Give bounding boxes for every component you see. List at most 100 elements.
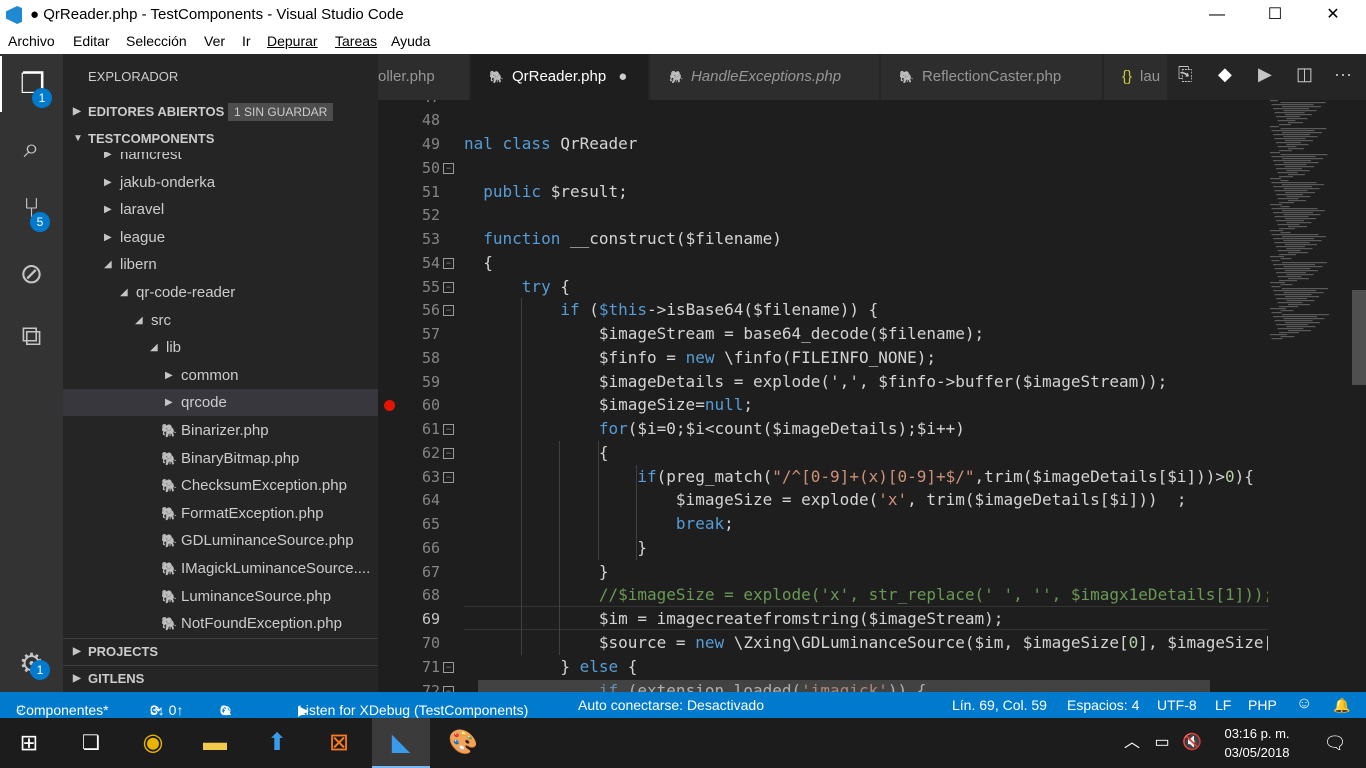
run-icon[interactable]: ▶ <box>1258 64 1272 85</box>
code-line[interactable]: } <box>464 560 609 584</box>
tab-qrreader[interactable]: 🐘 QrReader.php ● <box>471 54 649 100</box>
tree-file[interactable]: 🐘 IMagickLuminanceSource.... <box>63 555 378 582</box>
extensions-icon[interactable]: ⧉ <box>0 308 63 364</box>
unsaved-dot-icon[interactable]: ● <box>618 68 627 85</box>
tree-file[interactable]: 🐘 BinaryBitmap.php <box>63 445 378 472</box>
code-line[interactable]: $imageDetails = explode(',', $finfo->buf… <box>464 370 1167 394</box>
tree-file[interactable]: 🐘 GDLuminanceSource.php <box>63 527 378 554</box>
code-line[interactable]: public $result; <box>464 180 628 204</box>
start-windows-icon[interactable]: ⊞ <box>0 718 58 768</box>
code-area[interactable]: 474849nal class QrReader50−51 public $re… <box>378 100 1268 692</box>
menu-ver[interactable]: Ver <box>204 33 225 49</box>
tree-file[interactable]: 🐘 FormatException.php <box>63 500 378 527</box>
tray-chevron-icon[interactable]: ︿ <box>1118 718 1146 768</box>
tree-folder[interactable]: ▶ laravel <box>63 196 378 223</box>
code-line[interactable]: try { <box>464 275 570 299</box>
xampp-icon[interactable]: ⊠ <box>310 718 368 768</box>
chrome-icon[interactable]: ◉ <box>124 718 182 768</box>
fold-collapse-icon[interactable]: − <box>443 471 454 483</box>
code-line[interactable]: $im = imagecreatefromstring($imageStream… <box>464 607 1004 631</box>
fold-collapse-icon[interactable]: − <box>443 162 454 174</box>
horizontal-scrollbar[interactable] <box>478 680 1210 692</box>
minimap[interactable] <box>1268 100 1350 692</box>
task-view-icon[interactable]: ❏ <box>62 718 120 768</box>
code-line[interactable]: $source = new \Zxing\GDLuminanceSource($… <box>464 631 1268 655</box>
code-line[interactable]: for($i=0;$i<count($imageDetails);$i++) <box>464 417 965 441</box>
code-line[interactable]: $imageSize=null; <box>464 393 753 417</box>
code-line[interactable]: { <box>464 251 493 275</box>
menu-seleccion[interactable]: Selección <box>126 33 187 49</box>
fold-collapse-icon[interactable]: − <box>443 281 454 293</box>
tree-folder[interactable]: ▶ common <box>63 362 378 389</box>
tree-folder[interactable]: ▶ league <box>63 224 378 251</box>
battery-icon[interactable]: ▭ <box>1148 718 1176 768</box>
code-editor[interactable]: 474849nal class QrReader50−51 public $re… <box>378 100 1268 692</box>
menu-ayuda[interactable]: Ayuda <box>391 33 430 49</box>
source-control-icon[interactable]: ⑂ 5 <box>0 180 63 236</box>
cursor-position[interactable]: Lín. 69, Col. 59 <box>952 697 1047 713</box>
download-app-icon[interactable]: ⬆ <box>248 718 306 768</box>
code-line[interactable]: //$imageSize = explode('x', str_replace(… <box>464 583 1268 607</box>
fold-collapse-icon[interactable]: − <box>443 447 454 459</box>
code-line[interactable]: $imageSize = explode('x', trim($imageDet… <box>464 488 1187 512</box>
menu-tareas[interactable]: Tareas <box>335 33 377 49</box>
paint-icon[interactable]: 🎨 <box>434 718 492 768</box>
code-line[interactable]: nal class QrReader <box>464 132 637 156</box>
project-header[interactable]: ▼ TESTCOMPONENTS <box>63 126 378 152</box>
tab-controller[interactable]: oller.php <box>378 54 470 100</box>
vscode-taskbar-icon[interactable]: ◣ <box>372 718 430 768</box>
tree-folder[interactable]: ◢ libern <box>63 251 378 278</box>
fold-collapse-icon[interactable]: − <box>443 305 454 317</box>
action-center-icon[interactable]: 🗨 <box>1306 718 1364 768</box>
auto-connect-status[interactable]: Auto conectarse: Desactivado <box>578 697 764 713</box>
minimize-button[interactable]: — <box>1194 0 1240 30</box>
tree-folder[interactable]: ◢ src <box>63 307 378 334</box>
tree-file[interactable]: 🐘 ChecksumException.php <box>63 472 378 499</box>
tab-launch[interactable]: {} lau <box>1104 54 1168 100</box>
tree-folder[interactable]: ▶ jakub-onderka <box>63 169 378 196</box>
fold-collapse-icon[interactable]: − <box>443 661 454 673</box>
volume-muted-icon[interactable]: 🔇 <box>1178 718 1206 768</box>
fold-collapse-icon[interactable]: − <box>443 257 454 269</box>
language-mode[interactable]: PHP <box>1248 697 1277 713</box>
tree-file[interactable]: 🐘 NotFoundException.php <box>63 610 378 634</box>
indentation[interactable]: Espacios: 4 <box>1067 697 1139 713</box>
tree-file[interactable]: 🐘 Binarizer.php <box>63 417 378 444</box>
maximize-button[interactable]: ☐ <box>1252 0 1298 30</box>
tree-file[interactable]: 🐘 LuminanceSource.php <box>63 583 378 610</box>
code-line[interactable]: { <box>464 441 609 465</box>
fold-collapse-icon[interactable]: − <box>443 424 454 436</box>
projects-header[interactable]: ▶ PROJECTS <box>63 638 378 664</box>
vertical-scrollbar[interactable] <box>1350 100 1366 692</box>
encoding[interactable]: UTF-8 <box>1157 697 1197 713</box>
debug-icon[interactable]: ⊘ <box>0 246 63 302</box>
tree-folder[interactable]: ◢ qr-code-reader <box>63 279 378 306</box>
tab-handleexceptions[interactable]: 🐘 HandleExceptions.php <box>650 54 880 100</box>
menu-depurar[interactable]: Depurar <box>267 33 318 49</box>
explorer-icon[interactable]: ❐ 1 <box>0 56 63 112</box>
menu-editar[interactable]: Editar <box>73 33 110 49</box>
close-button[interactable]: ✕ <box>1310 0 1356 30</box>
settings-gear-icon[interactable]: ⚙1 <box>0 636 63 692</box>
git-icon[interactable]: ◆ <box>1218 64 1232 85</box>
code-line[interactable]: function __construct($filename) <box>464 227 782 251</box>
file-explorer-icon[interactable]: ▬ <box>186 718 244 768</box>
menu-archivo[interactable]: Archivo <box>8 33 55 49</box>
code-line[interactable]: } <box>464 536 647 560</box>
search-icon[interactable]: ⌕ <box>0 120 63 176</box>
code-line[interactable]: if(preg_match("/^[0-9]+(x)[0-9]+$/",trim… <box>464 465 1254 489</box>
tab-reflectioncaster[interactable]: 🐘 ReflectionCaster.php <box>881 54 1103 100</box>
scrollbar-thumb[interactable] <box>1352 290 1366 385</box>
clock[interactable]: 03:16 p. m. 03/05/2018 <box>1212 724 1302 762</box>
code-line[interactable]: if ($this->isBase64($filename)) { <box>464 298 878 322</box>
code-line[interactable]: } else { <box>464 655 637 679</box>
gitlens-header[interactable]: ▶ GITLENS <box>63 665 378 691</box>
open-editors-header[interactable]: ▶ EDITORES ABIERTOS 1 SIN GUARDAR <box>63 99 378 125</box>
tree-folder[interactable]: ▶ hamcrest <box>63 152 378 168</box>
feedback-smiley-icon[interactable]: ☺ <box>1296 695 1312 713</box>
more-actions-icon[interactable]: ··· <box>1334 64 1352 85</box>
code-line[interactable]: $imageStream = base64_decode($filename); <box>464 322 984 346</box>
split-editor-icon[interactable]: ◫ <box>1296 64 1313 85</box>
menu-ir[interactable]: Ir <box>242 33 251 49</box>
notifications-bell-icon[interactable]: 🔔 <box>1333 697 1350 714</box>
